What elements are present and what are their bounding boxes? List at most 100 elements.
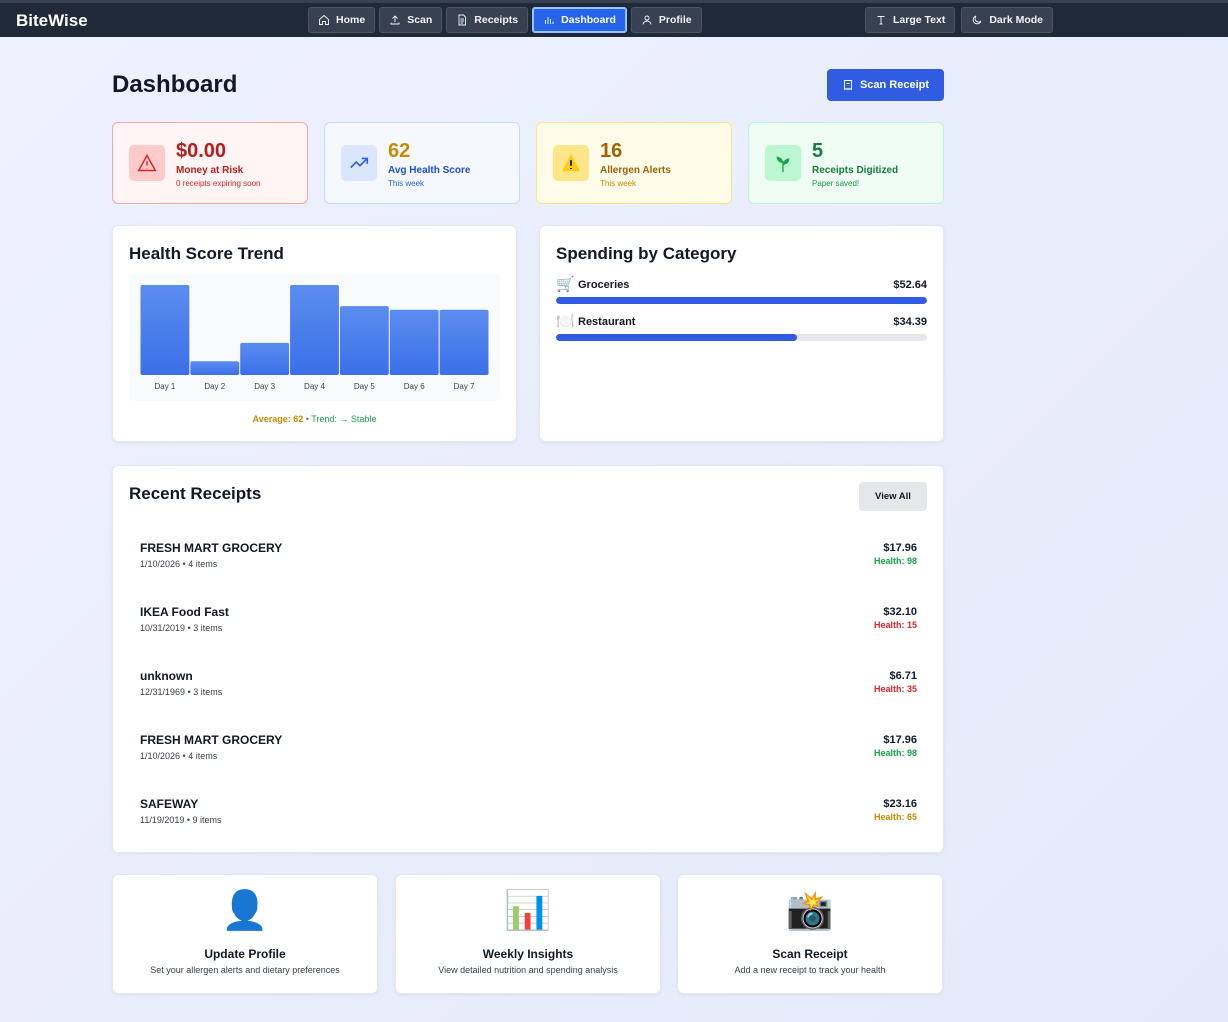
receipt-row[interactable]: SAFEWAY 11/19/2019 • 9 items $23.16 Heal… xyxy=(140,797,917,837)
health-trend-svg: Day 1 Day 2 Day 3 Day 4 Day 5 Day 6 Day 7 xyxy=(140,285,489,391)
nav-scan-label: Scan xyxy=(407,14,433,26)
receipt-store: FRESH MART GROCERY xyxy=(140,733,283,747)
trending-up-icon xyxy=(341,145,377,181)
receipt-meta: 11/19/2019 • 9 items xyxy=(140,815,222,825)
dark-mode-toggle[interactable]: Dark Mode xyxy=(961,7,1054,33)
receipt-meta: 12/31/1969 • 3 items xyxy=(140,687,223,697)
receipt-row[interactable]: FRESH MART GROCERY 1/10/2026 • 4 items $… xyxy=(140,733,917,773)
brand-logo[interactable]: BiteWise xyxy=(16,11,88,31)
shopping-cart-icon: 🛒 xyxy=(556,276,575,293)
moon-icon xyxy=(973,15,982,25)
camera-flash-icon: 📸 xyxy=(786,890,834,932)
trend-tick-label: Day 5 xyxy=(354,382,375,391)
nav-receipts-label: Receipts xyxy=(474,14,519,26)
stat-value: 62 xyxy=(388,140,411,162)
trend-bar-6 xyxy=(389,309,439,375)
stat-card-receipts-digitized: 5 Receipts Digitized Paper saved! xyxy=(748,122,944,204)
nav-home-label: Home xyxy=(336,14,366,26)
receipt-store: SAFEWAY xyxy=(140,797,199,811)
trend-bar-5 xyxy=(339,306,389,375)
quick-action-weekly-insights[interactable]: 📊 Weekly Insights View detailed nutritio… xyxy=(395,874,661,994)
trend-tick-label: Day 6 xyxy=(404,382,425,391)
receipt-store: FRESH MART GROCERY xyxy=(140,541,283,555)
spending-panel: Spending by Category 🛒 Groceries $52.64 … xyxy=(539,225,944,442)
category-amount: $34.39 xyxy=(893,316,927,328)
scan-receipt-button[interactable]: Scan Receipt xyxy=(827,69,944,101)
receipt-health: Health: 98 xyxy=(873,556,917,566)
stat-label: Money at Risk xyxy=(176,165,244,176)
stat-value: $0.00 xyxy=(176,140,227,162)
top-navbar: BiteWise Home Scan Receipts Dashboard Pr… xyxy=(0,0,1228,37)
receipt-meta: 1/10/2026 • 4 items xyxy=(140,559,218,569)
stat-card-allergen-alerts: 16 Allergen Alerts This week xyxy=(536,122,732,204)
stat-subtext: Paper saved! xyxy=(812,179,860,188)
category-name: Restaurant xyxy=(578,316,636,328)
nav-receipts-button[interactable]: Receipts xyxy=(446,7,529,33)
quick-action-scan-receipt[interactable]: 📸 Scan Receipt Add a new receipt to trac… xyxy=(677,874,943,994)
category-progress-bar xyxy=(556,297,927,304)
stat-subtext: This week xyxy=(388,179,425,188)
large-text-toggle[interactable]: Large Text xyxy=(865,7,956,33)
quick-action-update-profile[interactable]: 👤 Update Profile Set your allergen alert… xyxy=(112,874,378,994)
category-amount: $52.64 xyxy=(893,279,927,291)
stat-subtext: This week xyxy=(600,179,637,188)
trend-bar-7 xyxy=(439,309,489,375)
receipt-meta: 10/31/2019 • 3 items xyxy=(140,623,223,633)
trend-tick-label: Day 7 xyxy=(454,382,475,391)
nav-home-button[interactable]: Home xyxy=(308,7,376,33)
trend-tick-label: Day 4 xyxy=(304,382,325,391)
spending-title: Spending by Category xyxy=(556,244,737,263)
health-trend-footer: Average: 62 • Trend: → Stable xyxy=(113,414,516,424)
main-nav: Home Scan Receipts Dashboard Profile xyxy=(308,7,702,33)
view-all-button[interactable]: View All xyxy=(859,482,927,511)
person-silhouette-icon: 👤 xyxy=(221,890,269,932)
recent-receipts-panel: Recent Receipts View All FRESH MART GROC… xyxy=(112,465,944,853)
nav-profile-label: Profile xyxy=(658,14,692,26)
scan-receipt-label: Scan Receipt xyxy=(859,79,930,91)
receipt-health: Health: 15 xyxy=(873,620,917,630)
receipt-price: $6.71 xyxy=(889,670,917,682)
receipt-icon xyxy=(844,80,852,91)
warning-emoji-icon xyxy=(553,145,589,181)
herb-icon xyxy=(765,145,801,181)
receipt-price: $32.10 xyxy=(883,606,917,618)
stat-value: 5 xyxy=(812,140,824,162)
health-trend-chart: Day 1 Day 2 Day 3 Day 4 Day 5 Day 6 Day 7 xyxy=(129,274,500,401)
trend-tick-label: Day 1 xyxy=(154,382,175,391)
trend-bar-2 xyxy=(190,361,240,375)
nav-scan-button[interactable]: Scan xyxy=(379,7,443,33)
trend-bar-4 xyxy=(290,285,339,375)
receipt-row[interactable]: IKEA Food Fast 10/31/2019 • 3 items $32.… xyxy=(140,605,917,645)
stats-row: $0.00 Money at Risk 0 receipts expiring … xyxy=(112,122,944,204)
category-progress-bar xyxy=(556,334,927,341)
receipt-price: $17.96 xyxy=(883,542,917,554)
nav-dashboard-label: Dashboard xyxy=(561,14,616,26)
receipt-row[interactable]: FRESH MART GROCERY 1/10/2026 • 4 items $… xyxy=(140,541,917,581)
receipt-row[interactable]: unknown 12/31/1969 • 3 items $6.71 Healt… xyxy=(140,669,917,709)
nav-dashboard-button[interactable]: Dashboard xyxy=(532,7,627,33)
accessibility-controls: Large Text Dark Mode xyxy=(865,7,1054,33)
category-progress-fill xyxy=(556,297,927,304)
nav-profile-button[interactable]: Profile xyxy=(630,7,702,33)
receipt-store: IKEA Food Fast xyxy=(140,605,229,619)
receipt-health: Health: 65 xyxy=(873,812,917,822)
health-trend-panel: Health Score Trend Day 1 Day 2 Day 3 Day 4D… xyxy=(112,225,517,442)
recent-receipts-title: Recent Receipts xyxy=(129,484,262,503)
health-trend-title: Health Score Trend xyxy=(129,244,284,263)
dark-mode-label: Dark Mode xyxy=(989,14,1044,26)
plate-utensils-icon: 🍽️ xyxy=(556,313,575,330)
quick-action-desc: Set your allergen alerts and dietary pre… xyxy=(150,965,340,975)
stat-card-money-at-risk: $0.00 Money at Risk 0 receipts expiring … xyxy=(112,122,308,204)
quick-action-title: Update Profile xyxy=(204,947,286,961)
bar-chart-icon xyxy=(545,17,554,24)
stat-card-health-score: 62 Avg Health Score This week xyxy=(324,122,520,204)
stat-label: Receipts Digitized xyxy=(812,165,899,176)
stat-label: Avg Health Score xyxy=(388,165,471,176)
page-header: Dashboard Scan Receipt xyxy=(112,37,944,123)
dashboard-main: Dashboard Scan Receipt $0.00 Money at Ri… xyxy=(112,37,944,994)
stat-value: 16 xyxy=(600,140,623,162)
receipt-health: Health: 35 xyxy=(873,684,917,694)
receipt-meta: 1/10/2026 • 4 items xyxy=(140,751,218,761)
large-text-label: Large Text xyxy=(893,14,946,26)
receipt-price: $23.16 xyxy=(883,798,917,810)
